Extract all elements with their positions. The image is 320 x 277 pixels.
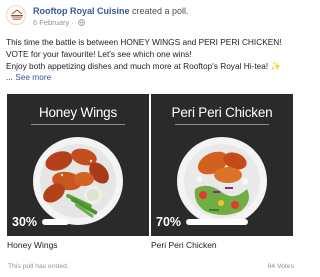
percent-label: 30% [12,215,38,229]
caption-line: ... See more [6,72,52,83]
post-date[interactable]: 6 February · [33,18,76,27]
option-divider [175,124,269,125]
poll-option-peri-peri-chicken[interactable]: Peri Peri Chicken 70% [151,94,293,236]
option-label-honey-wings[interactable]: Honey Wings [7,240,58,250]
post-caption: This time the battle is between HONEY WI… [6,37,296,84]
option-divider [31,124,125,125]
sparkle-icon: ✨ [268,60,281,71]
percent-track [42,219,104,225]
percent-fill [186,219,249,225]
option-result: 30% [12,214,104,230]
see-more-link[interactable]: See more [15,72,51,82]
caption-line: Enjoy both appetizing dishes and much mo… [6,60,281,71]
caption-line: This time the battle is between HONEY WI… [6,37,282,47]
option-result: 70% [156,214,249,230]
percent-fill [42,219,69,225]
caption-line: VOTE for your favourite! Let's see which… [6,48,192,59]
option-label-peri-peri-chicken[interactable]: Peri Peri Chicken [151,240,217,250]
option-title: Peri Peri Chicken [171,105,273,120]
percent-track [186,219,249,225]
rooftop-logo-icon [7,6,25,24]
page-avatar[interactable] [6,5,26,25]
percent-label: 70% [156,215,182,229]
poll-option-honey-wings[interactable]: Honey Wings 30% [7,94,149,236]
post-meta: 6 February · [33,18,85,27]
post-action-text: created a poll. [129,6,189,16]
post-header: Rooftop Royal Cuisine created a poll. [33,6,189,16]
poll-post: Rooftop Royal Cuisine created a poll. 6 … [0,0,300,277]
page-name-link[interactable]: Rooftop Royal Cuisine [33,6,130,16]
vote-count[interactable]: 64 Votes [268,263,294,270]
option-title: Honey Wings [38,105,118,120]
poll-status: This poll has ended. [8,263,69,270]
globe-icon[interactable] [78,19,85,26]
